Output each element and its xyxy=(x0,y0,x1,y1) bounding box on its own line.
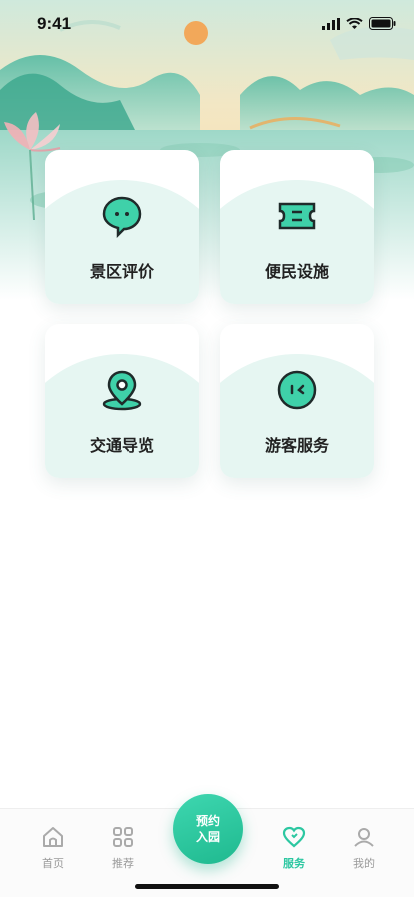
reserve-label-line2: 入园 xyxy=(195,830,220,844)
tab-label: 首页 xyxy=(42,857,64,870)
service-card-visitor[interactable]: 游客服务 xyxy=(220,324,374,478)
reserve-label-line1: 预约 xyxy=(195,814,220,828)
map-pin-icon xyxy=(100,368,144,412)
service-label: 交通导览 xyxy=(89,436,154,455)
status-bar: 9:41 xyxy=(0,0,414,44)
service-face-icon xyxy=(275,368,319,412)
user-icon xyxy=(352,828,376,853)
signal-icon xyxy=(322,15,340,34)
service-label: 便民设施 xyxy=(264,262,329,281)
service-card-review[interactable]: 景区评价 xyxy=(45,150,199,304)
home-indicator xyxy=(135,884,279,889)
tab-service[interactable]: 服务 xyxy=(264,825,324,871)
tab-home[interactable]: 首页 xyxy=(23,825,83,871)
tab-label: 我的 xyxy=(353,857,375,870)
heart-icon xyxy=(282,826,306,853)
service-label: 游客服务 xyxy=(264,436,329,455)
wifi-icon xyxy=(346,15,363,34)
service-card-facilities[interactable]: 便民设施 xyxy=(220,150,374,304)
tab-label: 推荐 xyxy=(112,857,134,870)
service-label: 景区评价 xyxy=(89,262,154,281)
battery-icon xyxy=(369,15,396,34)
home-icon xyxy=(41,827,65,853)
ticket-icon xyxy=(275,194,319,238)
reserve-entry-button[interactable]: 预约 入园 xyxy=(173,794,243,864)
tab-label: 服务 xyxy=(283,857,305,870)
tab-mine[interactable]: 我的 xyxy=(334,825,394,871)
grid-icon xyxy=(111,827,135,853)
service-card-traffic[interactable]: 交通导览 xyxy=(45,324,199,478)
chat-bubble-icon xyxy=(100,194,144,239)
tab-recommend[interactable]: 推荐 xyxy=(93,825,153,871)
status-time: 9:41 xyxy=(37,14,72,33)
